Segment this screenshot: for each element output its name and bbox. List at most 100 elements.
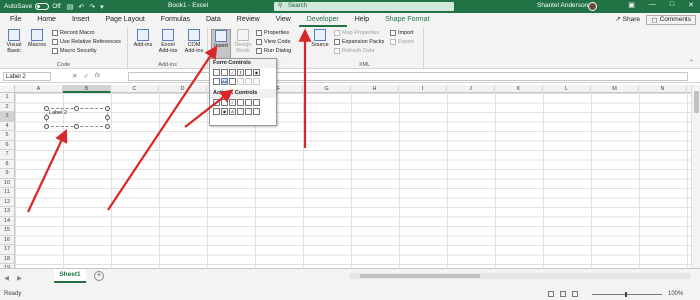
row-header[interactable]: 5 xyxy=(0,131,15,141)
enter-icon[interactable]: ✓ xyxy=(83,72,88,80)
view-code-button[interactable]: View Code xyxy=(256,39,291,45)
vertical-scrollbar[interactable] xyxy=(691,85,700,268)
activex-list-box-icon[interactable] xyxy=(237,99,244,106)
undo-icon[interactable]: ↶ xyxy=(78,3,84,11)
search-box[interactable]: ⚲ Search xyxy=(274,2,454,11)
restore-icon[interactable]: □ xyxy=(670,1,674,9)
share-button[interactable]: ↗ Share xyxy=(615,15,640,24)
macro-security-button[interactable]: Macro Security xyxy=(52,48,97,54)
import-button[interactable]: Import xyxy=(390,30,414,36)
column-header[interactable]: N xyxy=(639,85,687,93)
autosave[interactable]: AutoSave Off xyxy=(4,3,61,10)
row-header[interactable]: 4 xyxy=(0,121,15,131)
tab-shape-format[interactable]: Shape Format xyxy=(377,13,437,27)
column-header[interactable]: K xyxy=(495,85,543,93)
row-header[interactable]: 17 xyxy=(0,245,15,255)
autosave-toggle[interactable] xyxy=(35,3,50,10)
activex-scroll-bar-icon[interactable] xyxy=(253,99,260,106)
insert-function-icon[interactable]: fx xyxy=(95,72,100,80)
com-addins-button[interactable]: COM Add-ins xyxy=(182,29,206,54)
spin-button-icon[interactable]: ⇕ xyxy=(237,69,244,76)
row-header[interactable]: 1 xyxy=(0,93,15,103)
avatar[interactable] xyxy=(588,2,597,11)
resize-handle[interactable] xyxy=(74,124,79,129)
customize-icon[interactable]: ▾ xyxy=(100,3,104,11)
resize-handle[interactable] xyxy=(44,106,49,111)
ribbon-display-icon[interactable]: ▣ xyxy=(628,1,635,9)
redo-icon[interactable]: ↷ xyxy=(89,3,95,11)
insert-controls-button[interactable]: Insert xyxy=(211,29,231,59)
column-header[interactable]: D xyxy=(159,85,207,93)
source-button[interactable]: Source xyxy=(309,29,331,48)
row-header[interactable]: 11 xyxy=(0,188,15,198)
next-sheet-icon[interactable]: ▶ xyxy=(17,274,22,282)
combo-box-icon[interactable] xyxy=(221,69,228,76)
activex-check-box-icon[interactable]: ✓ xyxy=(229,99,236,106)
design-mode-button[interactable]: Design Mode xyxy=(233,29,253,54)
row-header[interactable]: 10 xyxy=(0,178,15,188)
previous-sheet-icon[interactable]: ◀ xyxy=(4,274,9,282)
activex-text-box-icon[interactable] xyxy=(245,99,252,106)
tab-page-layout[interactable]: Page Layout xyxy=(97,13,152,27)
column-header[interactable]: M xyxy=(591,85,639,93)
run-dialog-button[interactable]: Run Dialog xyxy=(256,48,291,54)
column-header[interactable]: B xyxy=(63,85,111,93)
activex-option-button-icon[interactable]: ◉ xyxy=(221,108,228,115)
vertical-scroll-thumb[interactable] xyxy=(694,91,699,113)
normal-view-icon[interactable] xyxy=(548,291,554,297)
resize-handle[interactable] xyxy=(44,115,49,120)
row-header[interactable]: 13 xyxy=(0,207,15,217)
scroll-bar-icon[interactable] xyxy=(229,78,236,85)
name-box[interactable]: Label 2 xyxy=(3,72,51,81)
row-header[interactable]: 7 xyxy=(0,150,15,160)
expansion-packs-button[interactable]: Expansion Packs xyxy=(334,39,384,45)
row-header[interactable]: 18 xyxy=(0,254,15,264)
activex-spin-button-icon[interactable] xyxy=(213,108,220,115)
sheet-tab[interactable]: Sheet1 xyxy=(54,269,86,283)
row-header[interactable]: 6 xyxy=(0,140,15,150)
tab-file[interactable]: File xyxy=(2,13,29,27)
tab-view[interactable]: View xyxy=(268,13,299,27)
column-header[interactable]: C xyxy=(111,85,159,93)
activex-label-icon[interactable]: A xyxy=(229,108,236,115)
activex-toggle-button-icon[interactable] xyxy=(245,108,252,115)
row-header[interactable]: 15 xyxy=(0,226,15,236)
zoom-slider-knob[interactable] xyxy=(625,292,627,297)
page-layout-view-icon[interactable] xyxy=(560,291,566,297)
resize-handle[interactable] xyxy=(44,124,49,129)
macros-button[interactable]: Macros xyxy=(26,29,48,48)
column-header[interactable]: I xyxy=(399,85,447,93)
group-box-icon[interactable] xyxy=(213,78,220,85)
row-header[interactable]: 9 xyxy=(0,169,15,179)
list-box-icon[interactable] xyxy=(245,69,252,76)
comments-button[interactable]: ▢ Comments xyxy=(646,15,696,25)
tab-home[interactable]: Home xyxy=(29,13,64,27)
activex-image-icon[interactable] xyxy=(237,108,244,115)
addins-button[interactable]: Add-ins xyxy=(132,29,154,48)
column-header[interactable]: L xyxy=(543,85,591,93)
row-header[interactable]: 16 xyxy=(0,235,15,245)
resize-handle[interactable] xyxy=(105,115,110,120)
activex-button-icon[interactable] xyxy=(213,99,220,106)
resize-handle[interactable] xyxy=(105,106,110,111)
more-controls-icon[interactable] xyxy=(253,108,260,115)
activex-combo-box-icon[interactable] xyxy=(221,99,228,106)
page-break-view-icon[interactable] xyxy=(572,291,578,297)
option-button-icon[interactable]: ◉ xyxy=(253,69,260,76)
button-control-icon[interactable] xyxy=(213,69,220,76)
cells-area[interactable] xyxy=(15,93,700,268)
combo-dropdown-edit-icon[interactable] xyxy=(253,78,260,85)
check-box-icon[interactable]: ✓ xyxy=(229,69,236,76)
excel-addins-button[interactable]: Excel Add-ins xyxy=(156,29,180,54)
row-header[interactable]: 2 xyxy=(0,102,15,112)
close-icon[interactable]: ✕ xyxy=(688,1,694,9)
relative-references-button[interactable]: Use Relative References xyxy=(52,39,121,45)
tab-review[interactable]: Review xyxy=(229,13,268,27)
visual-basic-button[interactable]: Visual Basic xyxy=(3,29,25,54)
column-header[interactable]: J xyxy=(447,85,495,93)
zoom-level[interactable]: 100% xyxy=(668,291,683,297)
cancel-icon[interactable]: ✕ xyxy=(72,72,77,80)
row-header[interactable]: 8 xyxy=(0,159,15,169)
tab-data[interactable]: Data xyxy=(198,13,229,27)
refresh-data-button[interactable]: Refresh Data xyxy=(334,48,374,54)
